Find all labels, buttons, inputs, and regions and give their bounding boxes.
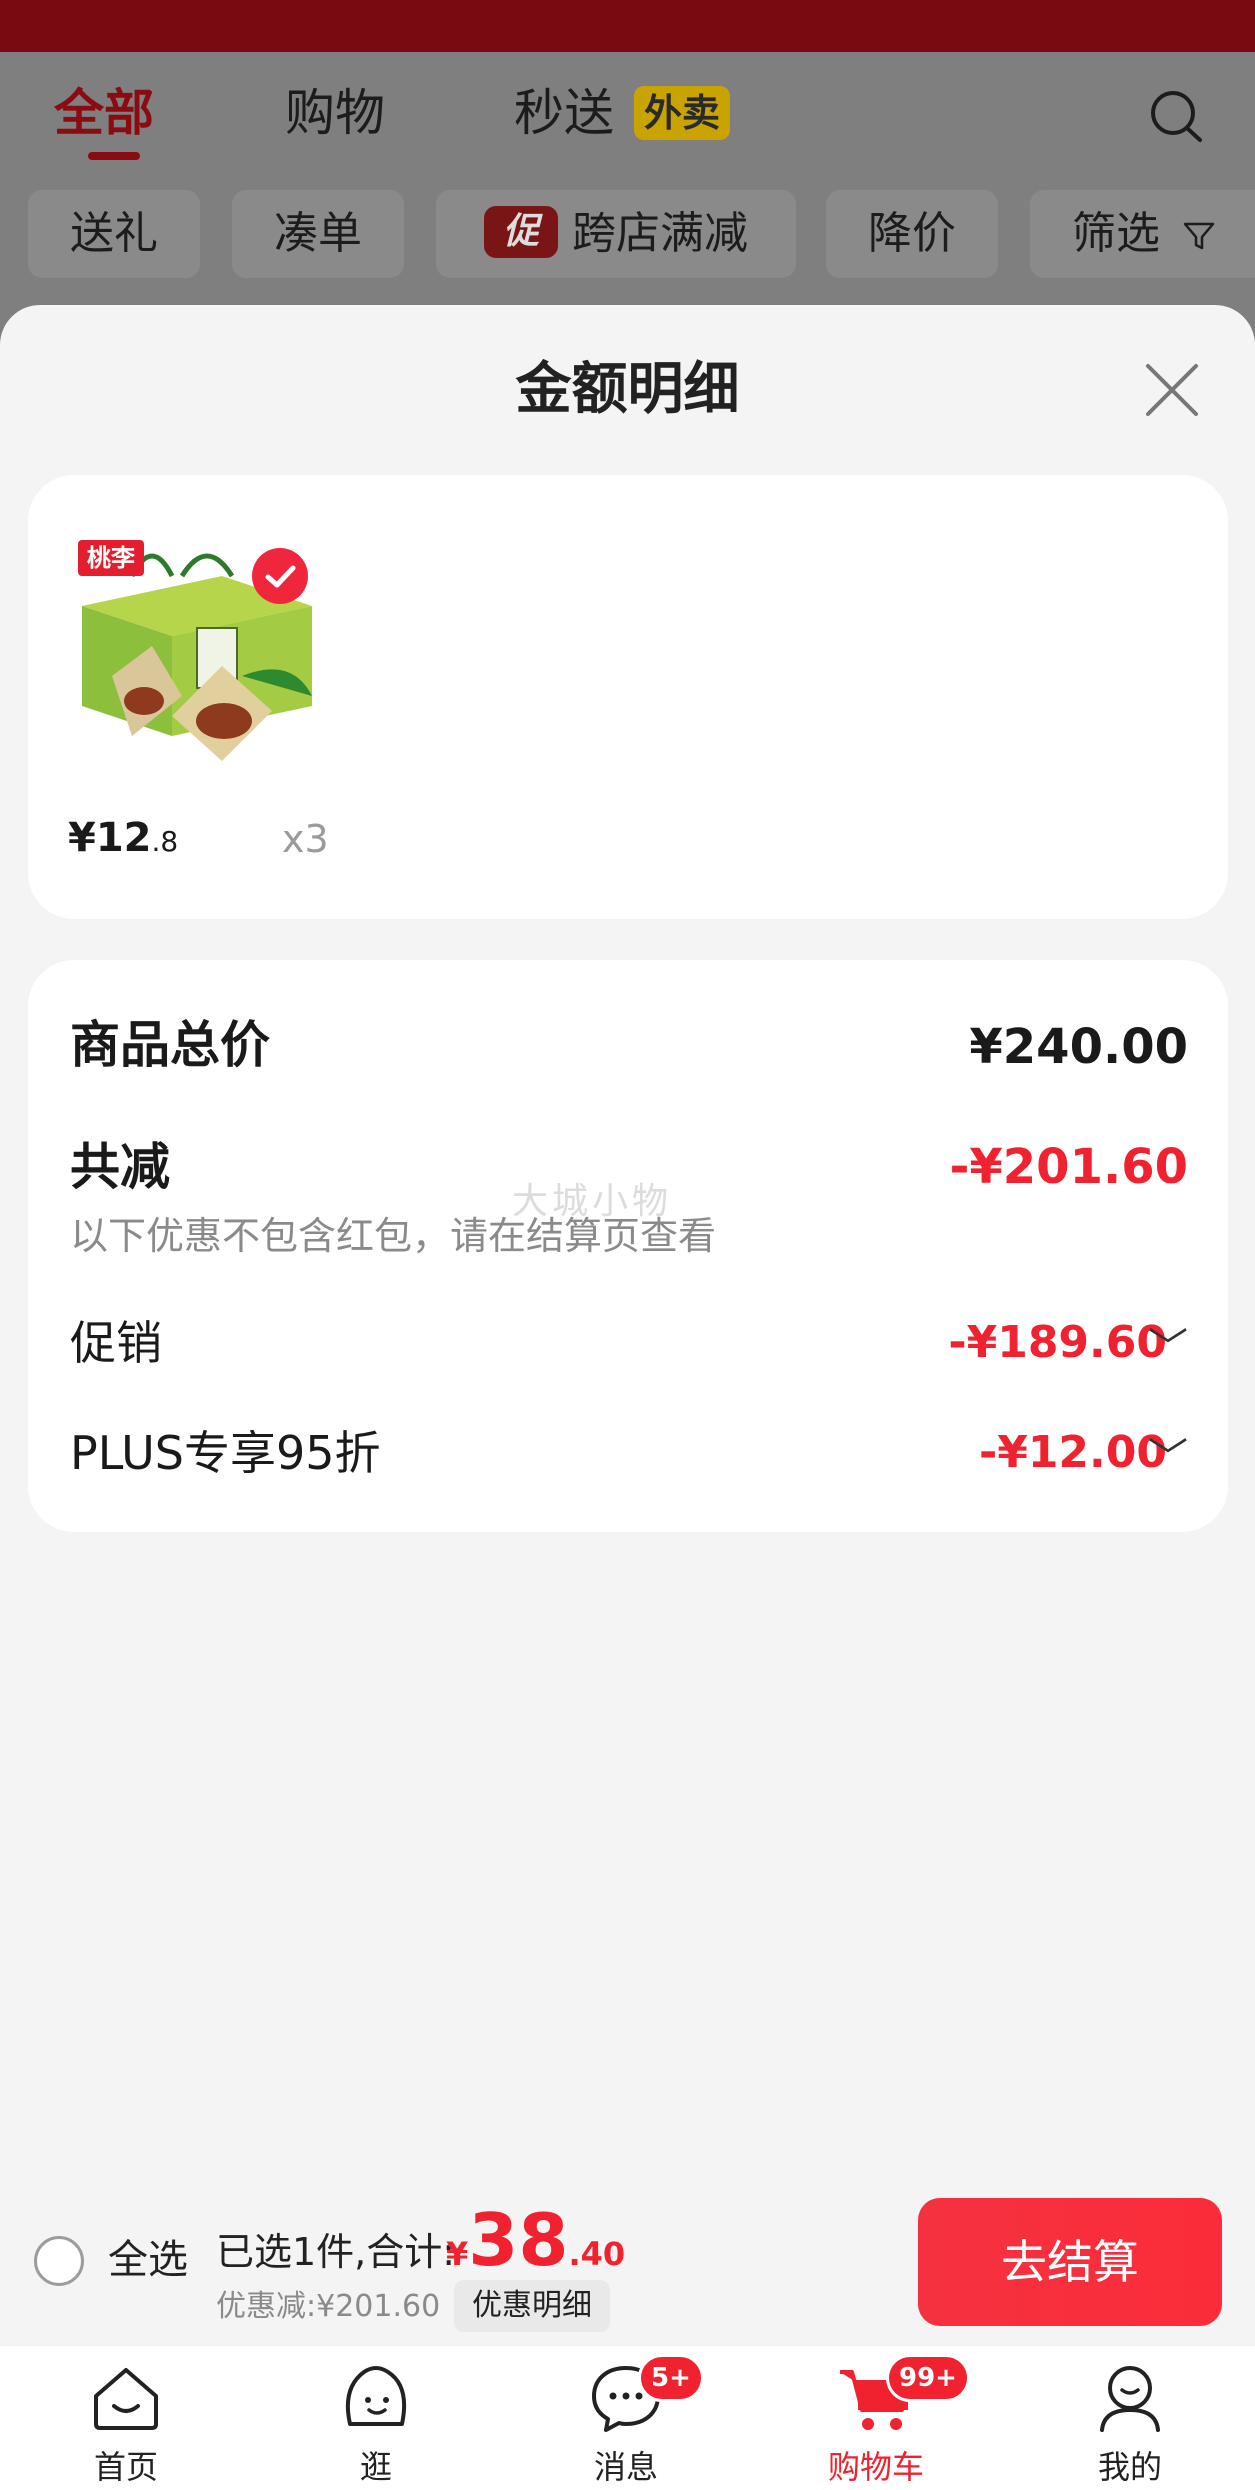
- home-icon: [94, 2368, 158, 2430]
- cart-badge: 99+: [886, 2354, 970, 2402]
- profile-icon: [1100, 2366, 1160, 2432]
- nav-label-browse: 逛: [359, 2448, 392, 2486]
- plus-discount-value[interactable]: -¥12.00: [979, 1418, 1167, 1488]
- product-quantity: x3: [282, 817, 329, 861]
- total-discount-label: 共减: [70, 1138, 170, 1196]
- nav-label-home: 首页: [93, 2448, 158, 2486]
- nav-label-messages: 消息: [593, 2448, 658, 2486]
- selected-count-text: 已选1件,合计:: [216, 2230, 456, 2274]
- messages-badge: 5+: [638, 2354, 704, 2402]
- select-all-radio[interactable]: [34, 2236, 84, 2286]
- promo-badge: 促: [484, 206, 558, 258]
- filter-funnel-icon: [1183, 222, 1215, 250]
- sheet-title: 金额明细: [515, 357, 740, 422]
- filter-chip-combine[interactable]: 凑单: [232, 190, 404, 278]
- active-tab-indicator: [88, 152, 140, 160]
- filter-chip-gift[interactable]: 送礼: [28, 190, 200, 278]
- nav-label-mine: 我的: [1097, 2448, 1162, 2486]
- status-strip: [0, 0, 1255, 52]
- tab-all[interactable]: 全部: [54, 78, 154, 148]
- filter-button[interactable]: 筛选: [1030, 190, 1255, 278]
- product-price: ¥12.8: [68, 810, 178, 870]
- currency-symbol: ¥: [446, 2235, 469, 2273]
- amount-integer: 38: [468, 2198, 569, 2282]
- total-discount-value: -¥201.60: [949, 1139, 1188, 1195]
- tab-shopping[interactable]: 购物: [285, 78, 385, 148]
- selected-check-icon[interactable]: [252, 548, 308, 604]
- discount-note: 以下优惠不包含红包，请在结算页查看: [70, 1214, 717, 1258]
- chevron-down-icon[interactable]: ﹀: [1148, 1318, 1188, 1378]
- filter-chip-cross-store[interactable]: 促跨店满减: [436, 190, 796, 278]
- search-icon[interactable]: [1148, 88, 1208, 148]
- nav-item-browse[interactable]: 逛: [286, 2358, 466, 2490]
- filter-chip-cross-store-label: 跨店满减: [572, 208, 748, 259]
- browse-face-icon: [345, 2366, 407, 2426]
- filter-label: 筛选: [1072, 208, 1160, 259]
- takeout-badge: 外卖: [634, 86, 731, 140]
- brand-tag: 桃李: [78, 540, 144, 576]
- discount-detail-button[interactable]: 优惠明细: [454, 2280, 610, 2332]
- promotion-label[interactable]: 促销: [70, 1308, 162, 1378]
- filter-chip-price-drop[interactable]: 降价: [826, 190, 998, 278]
- product-price-main: ¥12: [68, 815, 152, 861]
- nav-label-cart: 购物车: [827, 2448, 924, 2486]
- nav-item-mine[interactable]: 我的: [1040, 2358, 1220, 2490]
- chevron-down-icon[interactable]: ﹀: [1148, 1428, 1188, 1488]
- close-icon[interactable]: [1140, 358, 1204, 422]
- amount-decimal: .40: [568, 2235, 626, 2273]
- nav-item-home[interactable]: 首页: [36, 2358, 216, 2490]
- tab-fast-delivery[interactable]: 秒送: [514, 78, 614, 148]
- plus-discount-label[interactable]: PLUS专享95折: [70, 1418, 380, 1488]
- promotion-value[interactable]: -¥189.60: [948, 1308, 1167, 1378]
- total-price-value: ¥240.00: [969, 1019, 1188, 1075]
- saved-amount-text: 优惠减:¥201.60: [216, 2289, 441, 2324]
- product-price-decimal: .8: [151, 825, 179, 858]
- total-price-label: 商品总价: [70, 1016, 270, 1074]
- checkout-button[interactable]: 去结算: [918, 2198, 1222, 2326]
- select-all-label[interactable]: 全选: [108, 2232, 188, 2288]
